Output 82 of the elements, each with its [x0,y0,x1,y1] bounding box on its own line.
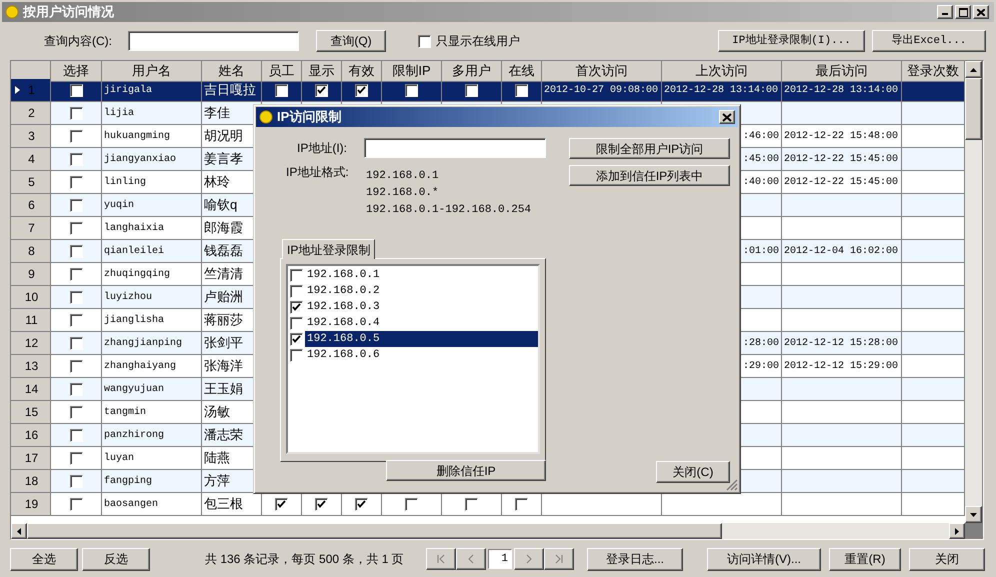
record-summary: 共 136 条记录，每页 500 条，共 1 页 [205,551,405,568]
table-cell-text: linling [104,176,146,190]
table-cell-text: qianleilei [104,244,164,258]
table-cell-text: :28:00 [742,336,779,350]
table-cell-text: :01:00 [742,244,779,258]
table-cell-text: 蒋丽莎 [204,311,243,330]
row-number: 17 [24,450,40,467]
table-cell-text: 李佳 [204,104,230,122]
row-number: 7 [27,220,36,237]
table-cell-text: 2012-12-22 15:45:00 [784,152,898,166]
table-cell-text: 2012-12-22 15:45:00 [784,176,898,190]
table-cell-text: :45:00 [742,152,779,166]
search-label: 查询内容(C): [44,33,113,50]
table-cell-text: 钱磊磊 [204,242,243,260]
table-cell-text: 卢贻洲 [204,288,243,306]
ip-address-label: IP地址(I): [296,140,348,157]
row-number: 13 [24,358,40,375]
table-cell-text: jianglisha [104,314,164,328]
table-cell-text: zhangjianping [104,336,182,350]
table-cell-text: 2012-12-12 15:29:00 [784,360,898,374]
table-cell-text: 喻钦q [204,196,238,214]
table-cell-text: 竺清清 [204,265,243,284]
row-number: 4 [27,151,36,168]
table-cell-text: 吉日嘎拉 [204,81,256,100]
row-number: 5 [27,174,36,191]
ip-format-example: 192.168.0.* [366,186,440,201]
table-cell-text: yuqin [104,198,134,212]
table-cell-text: 汤敏 [204,403,230,422]
table-cell-text: 2012-12-28 13:14:00 [784,84,898,98]
table-cell-text: fangping [104,474,152,488]
table-cell-text: panzhirong [104,428,164,442]
table-cell-text: jiangyanxiao [104,152,176,166]
table-cell-text: 张剑平 [204,334,243,352]
table-cell-text: wangyujuan [104,382,164,396]
row-number: 14 [24,381,40,398]
table-cell-text: 2012-12-12 15:28:00 [784,336,898,350]
row-number: 2 [27,105,36,122]
row-number: 6 [27,197,36,214]
row-number: 10 [24,289,40,306]
table-cell-text: 郎海霞 [204,219,243,238]
table-cell-text: 方萍 [204,472,230,490]
table-cell-text: langhaixia [104,222,164,236]
row-number: 9 [27,266,36,283]
table-cell-text: hukuangming [104,130,170,144]
table-cell-text: 胡况明 [204,127,243,146]
row-number: 16 [24,427,40,444]
table-cell-text: jirigala [104,84,152,98]
table-cell-text: 包三根 [204,495,243,514]
table-cell-text: zhuqingqing [104,268,170,282]
checkbox-label: 只显示在线用户 [436,33,520,50]
ip-format-example: 192.168.0.1-192.168.0.254 [366,203,532,218]
table-cell-text: 2012-12-28 13:14:00 [664,84,778,98]
table-cell-text: :46:00 [742,130,779,144]
row-number: 12 [24,335,40,352]
table-cell-text: 林玲 [204,173,230,192]
table-cell-text: 姜言孝 [204,150,243,168]
table-cell-text: 潘志荣 [204,426,243,444]
table-cell-text: 张海洋 [204,357,243,376]
table-cell-text: lijia [104,106,134,120]
table-cell-text: zhanghaiyang [104,360,176,374]
row-number: 15 [24,404,40,421]
table-cell-text: 陆燕 [204,449,230,468]
table-cell-text: luyan [104,452,134,466]
dialog-title: IP访问限制 [277,108,342,126]
table-cell-text: baosangen [104,498,158,512]
row-number: 19 [24,496,40,513]
row-number: 3 [27,128,36,145]
table-cell-text: 王玉娟 [204,380,243,398]
row-number: 18 [24,473,40,490]
ip-format-example: 192.168.0.1 [366,169,440,184]
table-cell-text: 2012-12-22 15:48:00 [784,130,898,144]
table-cell-text: tangmin [104,406,146,420]
window-title: 按用户访问情况 [23,3,115,22]
row-number: 11 [24,312,39,329]
row-number: 8 [27,243,36,260]
ip-format-label: IP地址格式: [285,164,350,181]
table-cell-text: :29:00 [742,360,779,374]
table-cell-text: 2012-12-04 16:02:00 [784,244,898,258]
table-cell-text: :40:00 [742,176,779,190]
table-cell-text: luyizhou [104,290,152,304]
row-number: 1 [27,82,36,99]
table-cell-text: 2012-10-27 09:08:00 [544,84,658,98]
